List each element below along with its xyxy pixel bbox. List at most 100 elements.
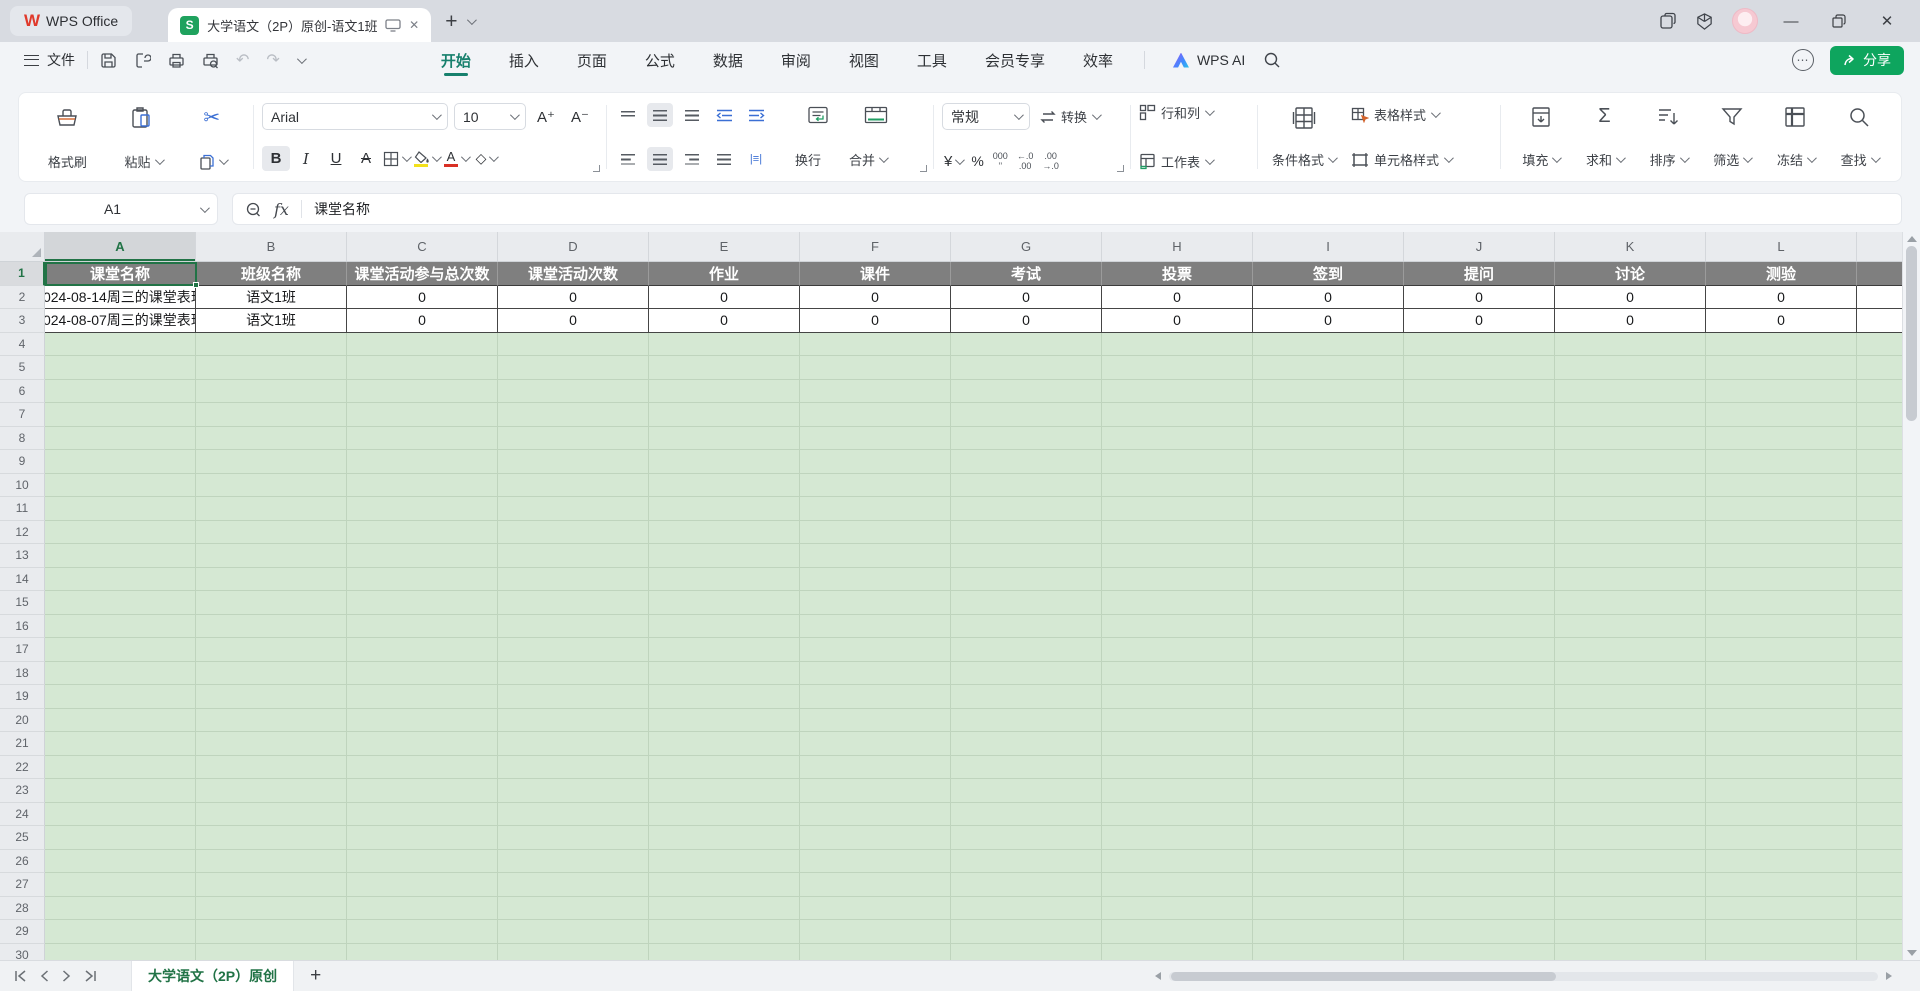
cut-icon[interactable]: ✂ (203, 105, 220, 130)
vertical-scrollbar[interactable] (1902, 232, 1920, 960)
quickbar-chevron-icon[interactable] (297, 57, 304, 64)
cell-I2[interactable]: 0 (1253, 286, 1404, 310)
align-right-icon[interactable] (679, 147, 705, 171)
number-dialog-launcher-icon[interactable] (1117, 165, 1124, 172)
rows-cols-dropdown[interactable]: 行和列 (1139, 103, 1249, 122)
scroll-right-icon[interactable] (1886, 972, 1892, 980)
empty-cells-row-17[interactable] (45, 638, 1902, 662)
cell-K3[interactable]: 0 (1555, 309, 1706, 333)
conditional-format-dropdown[interactable]: 条件格式 (1266, 103, 1341, 171)
cell-G3[interactable]: 0 (951, 309, 1102, 333)
row-header-26[interactable]: 26 (0, 850, 45, 874)
merge-dropdown[interactable]: 合并 (849, 150, 886, 169)
row-header-6[interactable]: 6 (0, 380, 45, 404)
thousand-separator-icon[interactable]: 000’’ (993, 151, 1008, 171)
row-header-15[interactable]: 15 (0, 591, 45, 615)
row-header-17[interactable]: 17 (0, 638, 45, 662)
cell-H2[interactable]: 0 (1102, 286, 1253, 310)
save-icon[interactable] (100, 52, 117, 69)
cell-A1[interactable]: 课堂名称 (45, 262, 196, 286)
column-header-H[interactable]: H (1102, 232, 1253, 261)
strikethrough-button[interactable]: A (352, 146, 380, 171)
new-tab-button[interactable]: + (445, 11, 457, 32)
menu-tab-插入[interactable]: 插入 (490, 42, 558, 78)
paste-icon[interactable] (130, 106, 154, 130)
name-box[interactable]: A1 (24, 193, 218, 225)
clear-format-button[interactable]: ◇ (472, 146, 500, 171)
menu-tab-页面[interactable]: 页面 (558, 42, 626, 78)
row-header-8[interactable]: 8 (0, 427, 45, 451)
wps-ai-button[interactable]: WPS AI (1173, 52, 1245, 68)
tab-close-icon[interactable]: ✕ (409, 18, 419, 32)
more-options-icon[interactable]: ⋯ (1792, 49, 1814, 71)
last-sheet-icon[interactable] (84, 970, 97, 982)
row-header-27[interactable]: 27 (0, 873, 45, 897)
wrap-text-label[interactable]: 换行 (795, 150, 821, 169)
borders-button[interactable] (382, 146, 410, 171)
cell-L3[interactable]: 0 (1706, 309, 1857, 333)
empty-cells-row-21[interactable] (45, 732, 1902, 756)
column-header-K[interactable]: K (1555, 232, 1706, 261)
paste-dropdown[interactable]: 粘贴 (125, 152, 162, 171)
menu-tab-工具[interactable]: 工具 (898, 42, 966, 78)
horizontal-scrollbar[interactable] (1155, 971, 1892, 982)
user-avatar[interactable] (1732, 8, 1758, 34)
close-button[interactable]: ✕ (1872, 12, 1902, 30)
app-center-cube-icon[interactable] (1695, 12, 1714, 31)
empty-cells-row-16[interactable] (45, 615, 1902, 639)
fill-color-button[interactable] (412, 146, 440, 171)
redo-icon[interactable]: ↷ (266, 50, 279, 70)
worksheet-dropdown[interactable]: 工作表 (1139, 152, 1249, 171)
export-pdf-icon[interactable] (134, 52, 151, 69)
search-icon[interactable] (1263, 51, 1281, 69)
menu-tab-开始[interactable]: 开始 (422, 42, 490, 78)
align-top-icon[interactable] (615, 103, 641, 127)
font-color-button[interactable]: A (442, 146, 470, 171)
justify-icon[interactable] (711, 147, 737, 171)
wrap-text-icon[interactable] (801, 103, 835, 127)
column-header-D[interactable]: D (498, 232, 649, 261)
cell-C3[interactable]: 0 (347, 309, 498, 333)
decrease-indent-icon[interactable] (711, 103, 737, 127)
column-header-E[interactable]: E (649, 232, 800, 261)
empty-cells-row-19[interactable] (45, 685, 1902, 709)
fx-icon[interactable]: fx (274, 200, 289, 219)
cell-K2[interactable]: 0 (1555, 286, 1706, 310)
prev-sheet-icon[interactable] (40, 970, 49, 982)
row-header-29[interactable]: 29 (0, 920, 45, 944)
row-header-24[interactable]: 24 (0, 803, 45, 827)
cell-E1[interactable]: 作业 (649, 262, 800, 286)
row-header-4[interactable]: 4 (0, 333, 45, 357)
row-header-1[interactable]: 1 (0, 262, 45, 286)
print-icon[interactable] (168, 52, 185, 69)
font-name-select[interactable]: Arial (262, 103, 448, 130)
increase-decimal-icon[interactable]: ←.0.00 (1017, 151, 1034, 171)
empty-cells-row-24[interactable] (45, 803, 1902, 827)
fill-dropdown[interactable]: 填充 (1516, 103, 1565, 171)
merge-cells-icon[interactable] (859, 103, 893, 127)
row-header-3[interactable]: 3 (0, 309, 45, 333)
restore-button[interactable] (1824, 14, 1854, 28)
find-dropdown[interactable]: 查找 (1835, 103, 1884, 171)
filter-dropdown[interactable]: 筛选 (1707, 103, 1756, 171)
row-header-23[interactable]: 23 (0, 779, 45, 803)
row-header-14[interactable]: 14 (0, 568, 45, 592)
share-button[interactable]: 分享 (1830, 46, 1904, 75)
cell-J2[interactable]: 0 (1404, 286, 1555, 310)
formula-zoom-icon[interactable] (245, 201, 262, 218)
row-header-30[interactable]: 30 (0, 944, 45, 961)
cell-G2[interactable]: 0 (951, 286, 1102, 310)
cell-D2[interactable]: 0 (498, 286, 649, 310)
column-header-A[interactable]: A (45, 232, 196, 261)
align-middle-icon[interactable] (647, 103, 673, 127)
alignment-dialog-launcher-icon[interactable] (920, 165, 927, 172)
currency-format-icon[interactable]: ¥ (944, 153, 962, 170)
cell-sliver-row-2[interactable] (1857, 286, 1902, 310)
cell-G1[interactable]: 考试 (951, 262, 1102, 286)
decrease-font-icon[interactable]: A⁻ (566, 104, 594, 129)
empty-cells-row-23[interactable] (45, 779, 1902, 803)
empty-cells-row-30[interactable] (45, 944, 1902, 961)
column-header-I[interactable]: I (1253, 232, 1404, 261)
empty-cells-row-4[interactable] (45, 333, 1902, 357)
wps-home-button[interactable]: W WPS Office (10, 6, 132, 36)
